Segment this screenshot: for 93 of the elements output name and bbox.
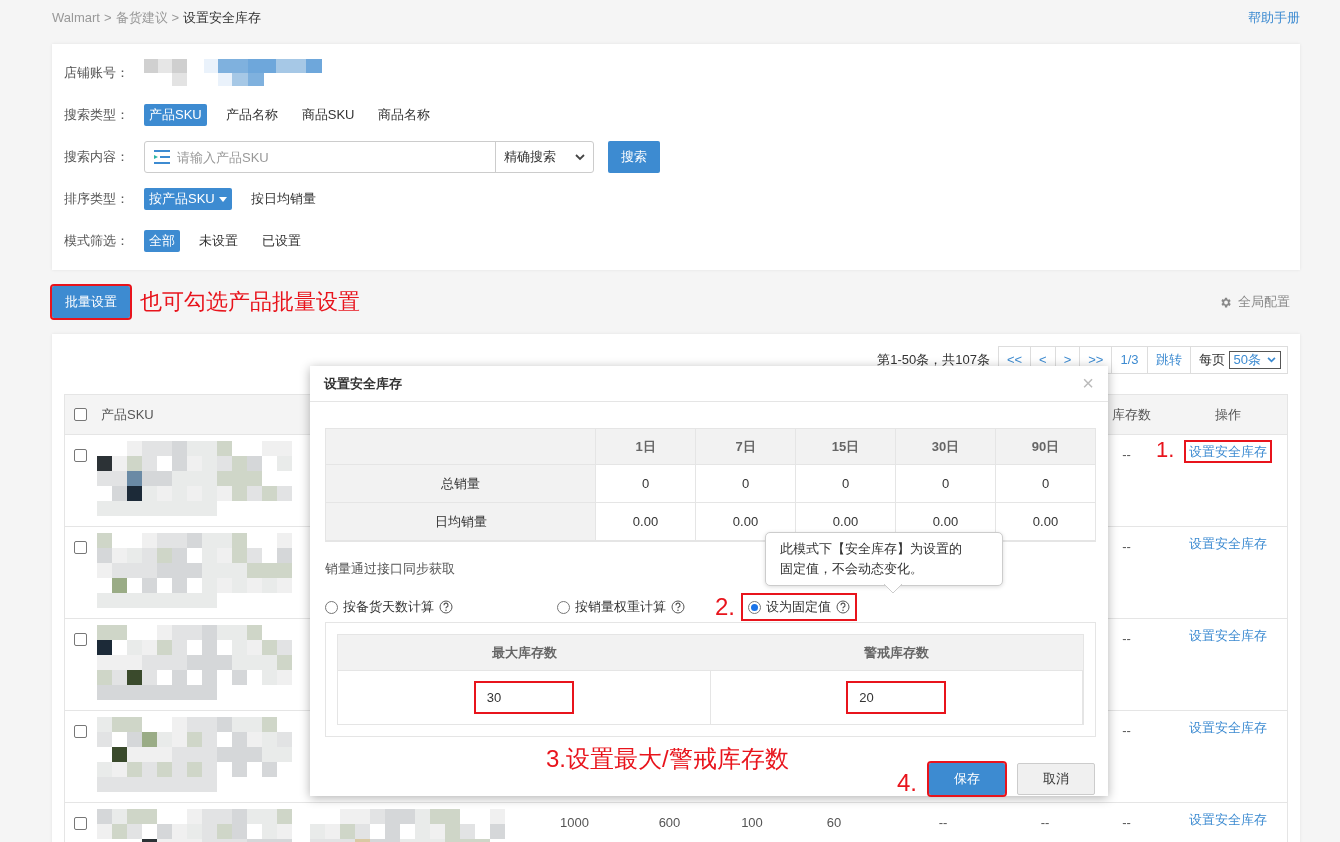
chevron-down-icon <box>575 153 585 161</box>
checkbox[interactable] <box>74 633 87 646</box>
search-button[interactable]: 搜索 <box>608 141 660 173</box>
mode-radio[interactable]: 设为固定值 <box>741 593 857 621</box>
mode-radio[interactable]: 按销量权重计算 <box>550 593 692 621</box>
filter-option[interactable]: 商品SKU <box>296 104 360 126</box>
field-label: 排序类型： <box>64 190 130 208</box>
table-cell: -- <box>1122 723 1131 738</box>
set-safety-stock-link[interactable]: 设置安全库存 <box>1184 624 1272 647</box>
batch-settings-button[interactable]: 批量设置 <box>52 286 130 318</box>
help-icon[interactable] <box>439 600 453 614</box>
checkbox[interactable] <box>74 817 87 830</box>
dialog-title: 设置安全库存 <box>324 374 402 393</box>
column-header: 库存数 <box>1111 405 1152 424</box>
tooltip-text: 固定值，不会动态变化。 <box>780 560 924 578</box>
column-header: 90日 <box>996 429 1096 465</box>
checkbox[interactable] <box>74 541 87 554</box>
stock-input[interactable]: 30 <box>473 681 574 714</box>
field-label: 店铺账号： <box>64 64 130 82</box>
per-page-label: 每页 <box>1198 351 1225 369</box>
close-button[interactable]: × <box>1082 372 1094 395</box>
set-safety-stock-link[interactable]: 设置安全库存 <box>1184 808 1272 831</box>
search-mode-select[interactable]: 精确搜索 <box>495 142 593 172</box>
row-header: 总销量 <box>326 465 596 503</box>
annotation-text: 3.设置最大/警戒库存数 <box>546 744 789 774</box>
page-summary: 第1-50条，共107条 <box>877 351 990 369</box>
table-cell: -- <box>1122 539 1131 554</box>
table-cell-text: 100 <box>740 814 764 830</box>
sort-option[interactable]: 按日均销量 <box>245 188 321 210</box>
column-header: 30日 <box>896 429 996 465</box>
page-indicator: 1/3 <box>1112 347 1148 373</box>
sort-option[interactable]: 按产品SKU <box>144 188 232 210</box>
breadcrumb-separator: > <box>171 10 180 25</box>
caret-icon <box>218 196 227 202</box>
help-link[interactable]: 帮助手册 <box>1248 9 1300 27</box>
filter-option[interactable]: 全部 <box>144 230 180 252</box>
table-cell: -- <box>1122 815 1131 830</box>
settings-icon[interactable] <box>1219 295 1232 309</box>
table-cell-text: 60 <box>825 814 843 830</box>
annotation-text: 也可勾选产品批量设置 <box>140 288 360 316</box>
column-header: 操作 <box>1214 405 1242 424</box>
list-icon <box>153 150 171 164</box>
table-cell: 0 <box>896 465 996 503</box>
column-header: 最大库存数 <box>338 635 711 671</box>
set-safety-stock-link[interactable]: 设置安全库存 <box>1184 716 1272 739</box>
field-label: 模式筛选： <box>64 232 130 250</box>
breadcrumb-link[interactable]: Walmart <box>52 10 100 25</box>
checkbox[interactable] <box>74 449 87 462</box>
sync-note: 销量通过接口同步获取 <box>325 560 455 578</box>
breadcrumb-separator: > <box>103 10 112 25</box>
search-field[interactable]: 请输入产品SKU 精确搜索 <box>144 141 594 173</box>
filter-option[interactable]: 产品SKU <box>144 104 207 126</box>
tooltip-text: 此模式下【安全库存】为设置的 <box>780 540 963 558</box>
column-header: 1日 <box>596 429 696 465</box>
filter-option[interactable]: 未设置 <box>194 230 243 252</box>
row-header: 日均销量 <box>326 503 596 541</box>
table-cell: 0 <box>796 465 896 503</box>
chevron-down-icon <box>1267 357 1276 363</box>
column-header: 7日 <box>696 429 796 465</box>
field-label: 搜索内容： <box>64 148 130 166</box>
annotation-text: 1. <box>1156 437 1175 463</box>
column-header: 警戒库存数 <box>710 635 1083 671</box>
annotation-text: 4. <box>897 769 917 797</box>
help-icon[interactable] <box>836 600 850 614</box>
annotation-text: 2. <box>715 593 735 621</box>
checkbox[interactable] <box>74 408 87 421</box>
jump-button[interactable]: 跳转 <box>1147 347 1191 373</box>
table-cell: -- <box>1122 447 1131 462</box>
help-icon[interactable] <box>671 600 685 614</box>
set-safety-stock-link[interactable]: 设置安全库存 <box>1184 532 1272 555</box>
table-cell-text: 1000 <box>559 814 590 830</box>
table-cell: 0 <box>596 465 696 503</box>
column-header: 15日 <box>796 429 896 465</box>
field-label: 搜索类型： <box>64 106 130 124</box>
table-cell: 0.00 <box>596 503 696 541</box>
table-cell-text: -- <box>937 814 949 830</box>
per-page-select[interactable]: 50条 <box>1228 351 1281 369</box>
table-cell: -- <box>1122 631 1131 646</box>
filter-option[interactable]: 商品名称 <box>373 104 436 126</box>
save-button[interactable]: 保存 <box>929 763 1005 795</box>
table-cell: 0 <box>696 465 796 503</box>
table-cell-text: 600 <box>657 814 682 830</box>
breadcrumb-link[interactable]: 备货建议 <box>115 10 168 25</box>
mode-radio[interactable]: 按备货天数计算 <box>318 593 460 621</box>
filter-option[interactable]: 产品名称 <box>220 104 283 126</box>
checkbox[interactable] <box>74 725 87 738</box>
filter-option[interactable]: 已设置 <box>257 230 306 252</box>
column-header: 产品SKU <box>100 405 155 424</box>
table-cell-text: -- <box>1039 814 1051 830</box>
cancel-button[interactable]: 取消 <box>1017 763 1095 795</box>
global-config-link[interactable]: 全局配置 <box>1238 293 1290 311</box>
stock-input[interactable]: 20 <box>846 681 947 714</box>
set-safety-stock-link[interactable]: 设置安全库存 <box>1184 440 1272 463</box>
